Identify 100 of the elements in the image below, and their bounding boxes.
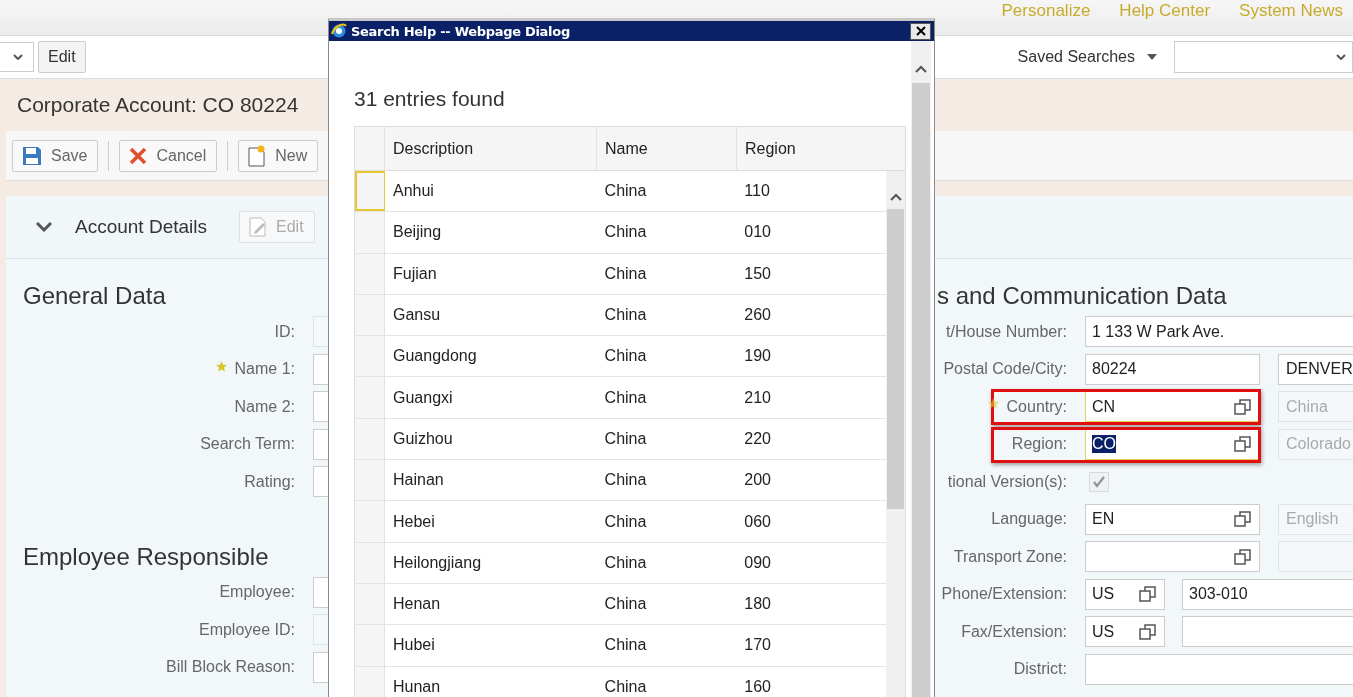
table-cell-text: Hainan (392, 470, 445, 491)
scrollbar[interactable] (886, 171, 905, 697)
input-field[interactable]: DENVER (1278, 353, 1353, 385)
row-selector[interactable] (355, 418, 385, 460)
dialog-title: Search Help -- Webpage Dialog (351, 23, 571, 39)
row-selector[interactable] (355, 542, 385, 583)
close-button[interactable] (910, 22, 931, 40)
table-cell-text: 260 (743, 305, 772, 326)
value-help-icon[interactable] (1139, 622, 1157, 641)
field-label: Employee ID: (198, 620, 295, 639)
table-cell-text: 150 (743, 263, 772, 284)
column-header[interactable]: Region (737, 127, 905, 170)
row-selector[interactable] (355, 501, 385, 542)
input-field[interactable] (1085, 541, 1260, 573)
table-cell-text: 220 (743, 428, 772, 449)
input-field[interactable]: US (1085, 578, 1165, 610)
table-cell-text: 180 (743, 594, 772, 615)
table-cell-text: China (603, 222, 648, 243)
input-field[interactable]: CN (1085, 391, 1260, 423)
section-title: Account Details (75, 216, 207, 238)
caret-icon (1147, 54, 1157, 60)
field-label: Search Term: (200, 435, 295, 454)
row-selector[interactable] (355, 171, 385, 212)
edit-document-icon (249, 217, 267, 237)
table-cell-text: China (603, 181, 648, 202)
field-label: Name 1: (234, 360, 295, 379)
table-cell-text: China (603, 470, 648, 491)
result-count: 31 entries found (354, 86, 506, 112)
table-cell-text: Guangxi (392, 387, 454, 408)
table-cell-text: 010 (743, 222, 772, 243)
checkmark-icon (1092, 474, 1106, 489)
row-selector[interactable] (355, 253, 385, 294)
table-cell-text: Hebei (392, 511, 436, 532)
value-help-icon[interactable] (1139, 585, 1157, 604)
value-help-icon[interactable] (1234, 397, 1252, 416)
chevron-down-icon[interactable] (36, 222, 52, 232)
group-heading: Employee Responsible (23, 541, 270, 572)
scrollbar[interactable] (911, 41, 931, 697)
description-field: English (1278, 503, 1353, 535)
close-icon (915, 26, 926, 36)
input-field[interactable]: CO (1085, 428, 1260, 460)
table-cell-text: 190 (743, 346, 772, 367)
scroll-up-icon[interactable] (889, 193, 902, 201)
description-field: China (1278, 391, 1353, 423)
table-cell-text: China (603, 346, 648, 367)
row-selector[interactable] (355, 625, 385, 666)
row-selector[interactable] (355, 583, 385, 625)
input-field[interactable]: 303-010 (1182, 578, 1353, 610)
value-help-icon[interactable] (1234, 510, 1252, 529)
row-selector[interactable] (355, 212, 385, 253)
input-field[interactable] (1182, 616, 1353, 648)
cancel-button[interactable]: Cancel (119, 139, 218, 172)
row-selector[interactable] (355, 460, 385, 501)
table-cell-text: China (603, 676, 648, 697)
dropdown[interactable] (0, 42, 34, 72)
table-cell-text: 160 (743, 676, 772, 697)
table-cell-text: Anhui (392, 181, 435, 202)
table-cell-text: China (603, 594, 648, 615)
table-cell-text: 200 (743, 470, 772, 491)
page-title: Corporate Account: CO 80224 (17, 93, 299, 117)
saved-searches-menu[interactable]: Saved Searches (1017, 48, 1135, 66)
table-cell-text: 170 (743, 635, 772, 656)
table-cell-text: Henan (392, 594, 442, 615)
table-cell-text: China (603, 263, 648, 284)
field-label: Transport Zone: (953, 547, 1067, 566)
field-label: ID: (274, 322, 295, 341)
row-selector[interactable] (355, 377, 385, 418)
new-document-icon (248, 144, 267, 167)
column-header[interactable]: Name (597, 127, 737, 170)
edit-button[interactable]: Edit (38, 41, 86, 73)
new-button[interactable]: New (238, 139, 319, 172)
x-icon (129, 146, 148, 165)
table-cell-text: Guizhou (392, 428, 454, 449)
table-cell-text: Fujian (392, 263, 438, 284)
table-cell-text: 090 (743, 552, 772, 573)
value-help-icon[interactable] (1234, 547, 1252, 566)
scroll-up-icon[interactable] (915, 65, 927, 73)
table-cell-text: 060 (743, 511, 772, 532)
group-heading: General Data (23, 281, 167, 311)
row-selector[interactable] (355, 666, 385, 697)
table-cell-text: Gansu (392, 305, 442, 326)
column-header[interactable]: Description (385, 127, 597, 170)
input-field[interactable]: EN (1085, 503, 1260, 535)
saved-search-dropdown[interactable] (1174, 41, 1353, 73)
field-label: Region: (1011, 435, 1067, 454)
table-cell-text: China (603, 552, 648, 573)
field-label: Phone/Extension: (941, 585, 1067, 604)
row-selector[interactable] (355, 294, 385, 336)
field-label: tional Version(s): (947, 472, 1067, 491)
save-button[interactable]: Save (12, 139, 99, 172)
field-label: Language: (991, 510, 1067, 529)
group-heading: s and Communication Data (936, 281, 1228, 311)
input-field[interactable] (1085, 653, 1353, 685)
field-label: Country: (1006, 397, 1067, 416)
value-help-icon[interactable] (1234, 435, 1252, 454)
input-field[interactable]: US (1085, 616, 1165, 648)
input-field[interactable]: 80224 (1085, 353, 1260, 385)
input-field[interactable]: 1 133 W Park Ave. (1085, 316, 1353, 348)
table-cell-text: China (603, 387, 648, 408)
row-selector[interactable] (355, 336, 385, 377)
